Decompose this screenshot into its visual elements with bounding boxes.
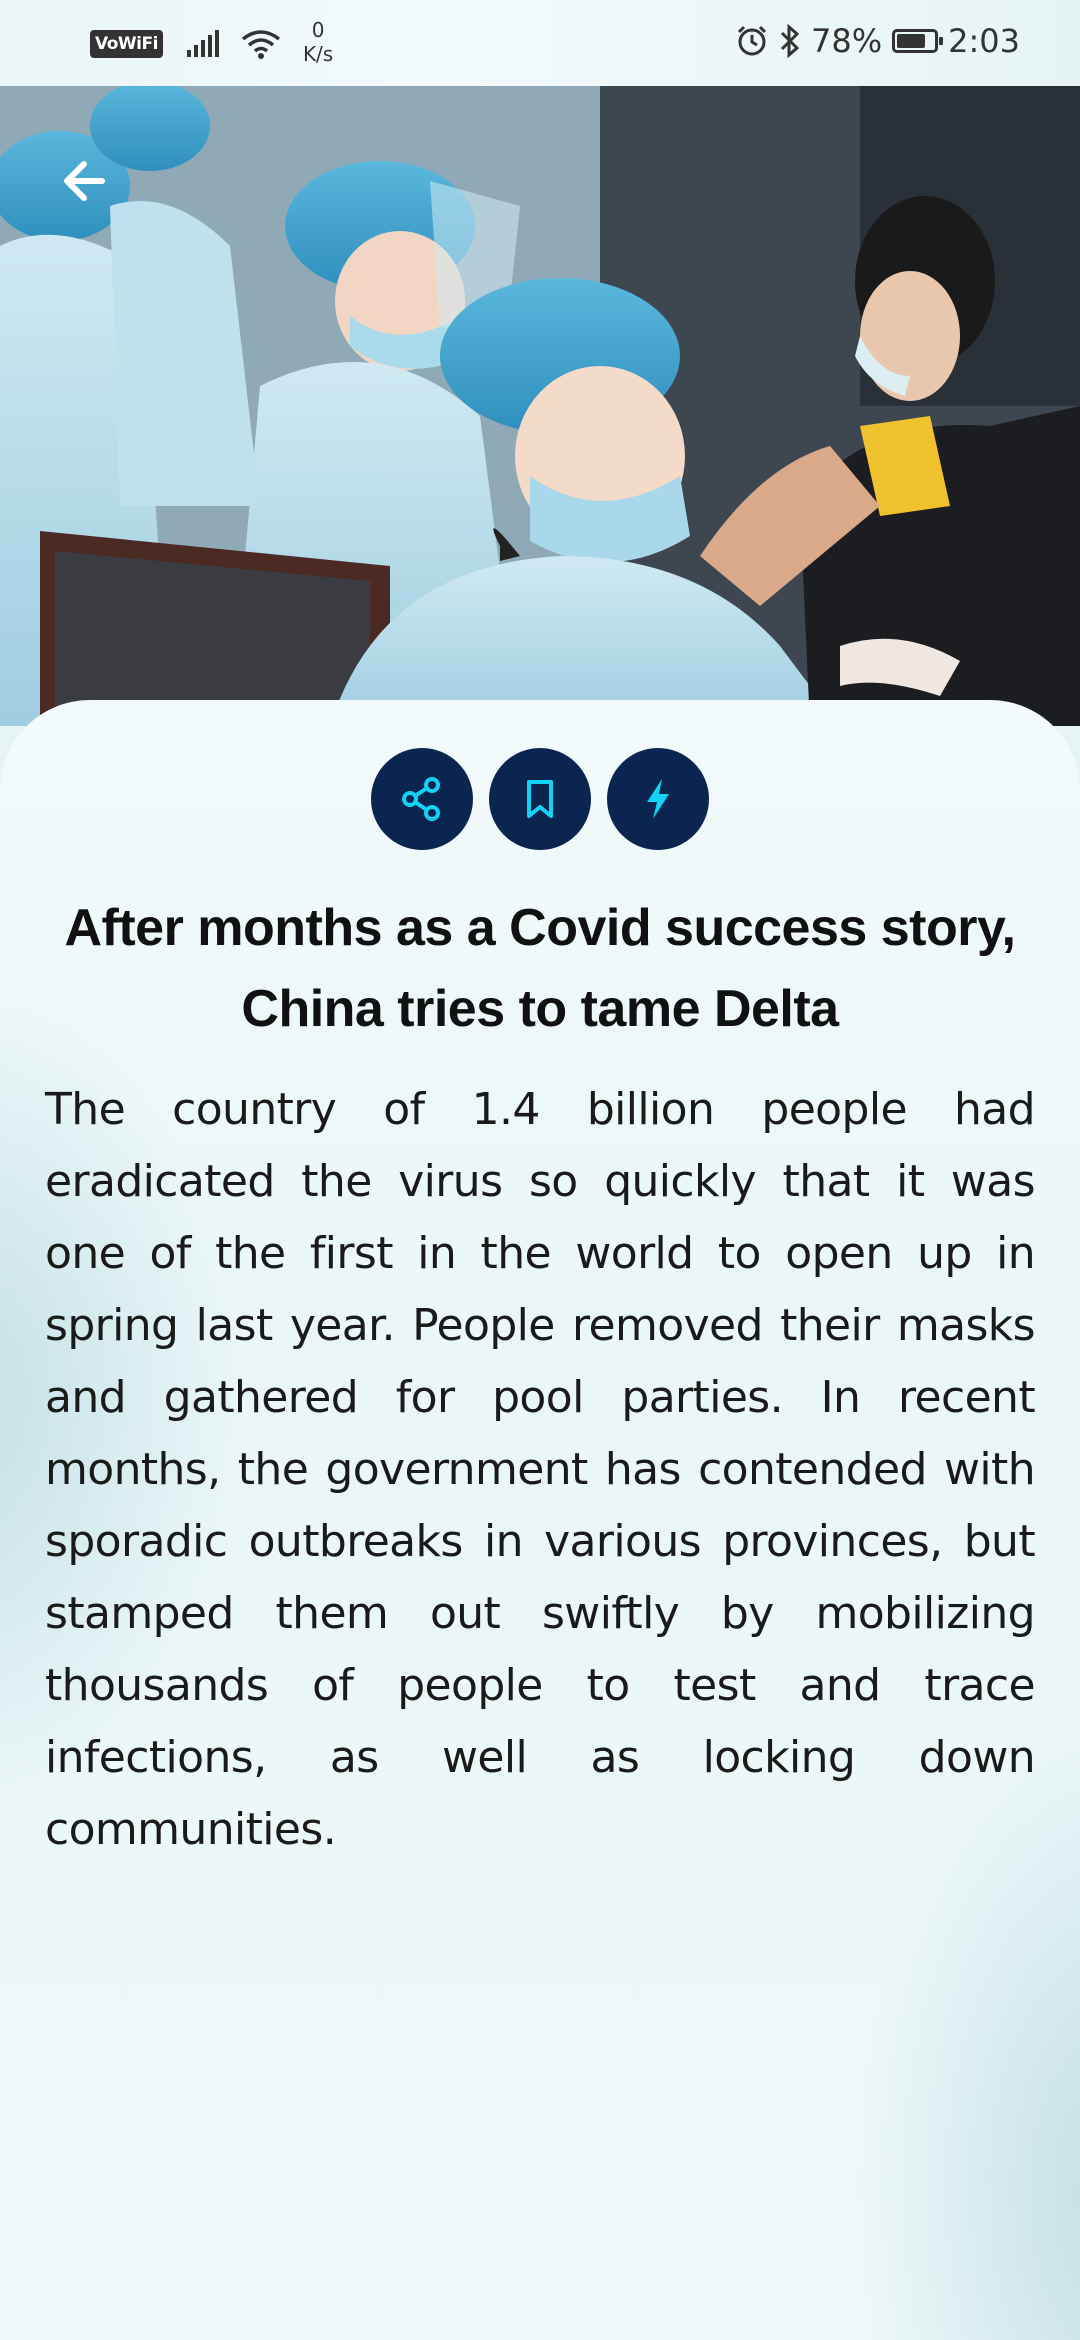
vaccination-photo — [0, 86, 1080, 726]
battery-icon — [892, 29, 944, 53]
flash-button[interactable] — [607, 748, 709, 850]
status-bar: VoWiFi 0 K/s 78% 2:03 — [0, 0, 1080, 86]
clock: 2:03 — [948, 22, 1020, 60]
article-title: After months as a Covid success story, C… — [64, 899, 1016, 1038]
hero-image — [0, 86, 1080, 726]
alarm-icon — [737, 25, 767, 56]
share-button[interactable] — [371, 748, 473, 850]
bookmark-button[interactable] — [489, 748, 591, 850]
bookmark-icon — [527, 780, 553, 818]
lightning-icon — [647, 779, 669, 819]
action-bar — [0, 748, 1080, 850]
share-icon — [402, 777, 440, 821]
signal-icon — [186, 30, 219, 57]
article-body: The country of 1.4 billion people had er… — [45, 1084, 1036, 1855]
wifi-icon — [241, 30, 281, 59]
speed-value: 0 — [311, 18, 325, 42]
article-card: After months as a Covid success story, C… — [0, 700, 1080, 2340]
vowifi-badge: VoWiFi — [90, 30, 163, 58]
speed-unit: K/s — [302, 42, 334, 66]
network-speed: 0 K/s — [303, 18, 333, 66]
battery-percent: 78% — [811, 22, 883, 60]
back-button[interactable] — [50, 146, 120, 216]
bluetooth-icon — [780, 24, 800, 58]
arrow-left-icon — [64, 161, 105, 201]
